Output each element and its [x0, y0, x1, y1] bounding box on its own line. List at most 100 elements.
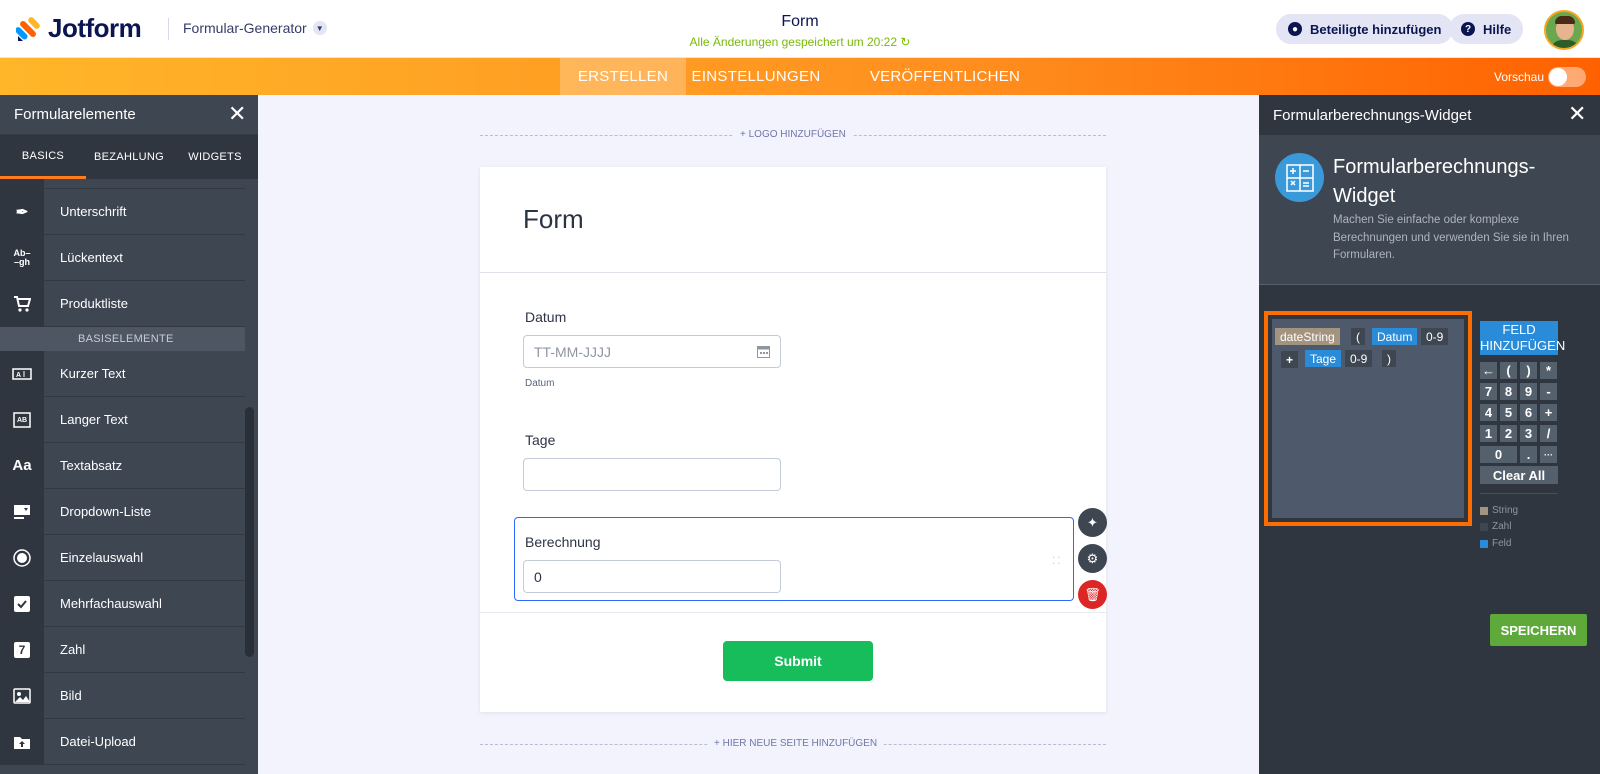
form-elements-panel: Formularelemente ✕ BASICS BEZAHLUNG WIDG…	[0, 95, 258, 774]
trash-icon[interactable]: 🗑	[1078, 580, 1107, 609]
preview-label: Vorschau	[1494, 70, 1545, 84]
element-signature[interactable]: ✒ Unterschrift	[0, 188, 245, 235]
help-button[interactable]: ? Hilfe	[1449, 14, 1524, 44]
close-icon[interactable]: ✕	[228, 103, 246, 125]
tab-basics[interactable]: BASICS	[0, 135, 86, 179]
token-open-paren[interactable]: (	[1351, 328, 1365, 345]
key-backspace[interactable]: ←	[1480, 362, 1497, 379]
element-paragraph[interactable]: Aa Textabsatz	[0, 442, 245, 489]
submit-button[interactable]: Submit	[723, 641, 873, 681]
legend-swatch	[1480, 539, 1488, 548]
element-dropdown[interactable]: Dropdown-Liste	[0, 488, 245, 535]
element-fill-blank[interactable]: Ab– –gh Lückentext	[0, 234, 245, 281]
help-icon: ?	[1461, 22, 1475, 36]
user-icon: ●	[1288, 22, 1302, 36]
element-file-upload[interactable]: Datei-Upload	[0, 718, 245, 765]
element-list: ✒ Unterschrift Ab– –gh Lückentext Produkt…	[0, 179, 245, 765]
preview-toggle[interactable]	[1548, 67, 1586, 87]
key-decimal[interactable]: .	[1520, 446, 1537, 463]
long-text-icon: AB	[0, 396, 44, 443]
key-4[interactable]: 4	[1480, 404, 1497, 421]
history-icon[interactable]: ↻	[900, 35, 910, 49]
panel-scrollbar[interactable]	[245, 407, 254, 657]
key-plus[interactable]: +	[1540, 404, 1557, 421]
gear-icon[interactable]: ⚙	[1078, 544, 1107, 573]
heading-separator	[480, 272, 1106, 273]
tage-label[interactable]: Tage	[525, 432, 555, 448]
top-header: Jotform Formular-Generator ▼ Form Alle Ä…	[0, 0, 1600, 58]
legend-swatch	[1480, 522, 1488, 531]
short-text-icon: A	[0, 350, 44, 397]
widget-info: Formularberechnungs-Widget Machen Sie ei…	[1259, 135, 1600, 285]
key-8[interactable]: 8	[1500, 383, 1517, 400]
calculator-icon	[1275, 153, 1324, 202]
checkbox-icon	[0, 580, 44, 627]
avatar[interactable]	[1544, 10, 1584, 50]
key-multiply[interactable]: *	[1540, 362, 1557, 379]
tab-widgets[interactable]: WIDGETS	[172, 135, 258, 179]
datum-input[interactable]: TT-MM-JJJJ	[523, 335, 781, 368]
form-canvas: + LOGO HINZUFÜGEN Form Datum TT-MM-JJJJ …	[258, 95, 1259, 774]
close-icon[interactable]: ✕	[1568, 103, 1586, 125]
key-divide[interactable]: /	[1540, 425, 1557, 442]
save-button[interactable]: SPEICHERN	[1490, 614, 1587, 646]
element-image[interactable]: Bild	[0, 672, 245, 719]
key-6[interactable]: 6	[1520, 404, 1537, 421]
key-more[interactable]: ···	[1540, 446, 1557, 463]
key-open-paren[interactable]: (	[1500, 362, 1517, 379]
token-number-1[interactable]: 0-9	[1421, 328, 1449, 345]
wand-icon[interactable]: ✦	[1078, 508, 1107, 537]
element-product-list[interactable]: Produktliste	[0, 280, 245, 327]
token-datum[interactable]: Datum	[1372, 328, 1418, 345]
signature-icon: ✒	[0, 188, 44, 235]
calendar-icon[interactable]	[757, 345, 770, 358]
widget-description: Machen Sie einfache oder komplexe Berech…	[1333, 214, 1569, 261]
add-page-link[interactable]: + HIER NEUE SEITE HINZUFÜGEN	[708, 738, 884, 749]
paragraph-icon: Aa	[0, 442, 44, 489]
tage-input[interactable]	[523, 458, 781, 491]
berechnung-label[interactable]: Berechnung	[525, 534, 601, 550]
key-0[interactable]: 0	[1480, 446, 1517, 463]
widget-panel: Formularberechnungs-Widget ✕ Formularber…	[1259, 95, 1600, 774]
element-tabs: BASICS BEZAHLUNG WIDGETS	[0, 135, 258, 179]
radio-icon	[0, 534, 44, 581]
key-3[interactable]: 3	[1520, 425, 1537, 442]
tab-settings[interactable]: EINSTELLUNGEN	[686, 58, 826, 95]
token-plus[interactable]: +	[1281, 351, 1299, 368]
token-datestring[interactable]: dateString	[1275, 328, 1340, 345]
invite-button[interactable]: ● Beteiligte hinzufügen	[1276, 14, 1454, 44]
element-long-text[interactable]: AB Langer Text	[0, 396, 245, 443]
tab-create[interactable]: ERSTELLEN	[560, 58, 686, 95]
key-1[interactable]: 1	[1480, 425, 1497, 442]
element-multiple-choice[interactable]: Mehrfachauswahl	[0, 580, 245, 627]
widget-panel-title: Formularberechnungs-Widget	[1273, 106, 1472, 124]
element-short-text[interactable]: A Kurzer Text	[0, 350, 245, 397]
image-icon	[0, 672, 44, 719]
submit-separator	[480, 612, 1106, 613]
token-close-paren[interactable]: )	[1382, 350, 1396, 367]
element-single-choice[interactable]: Einzelauswahl	[0, 534, 245, 581]
formula-editor[interactable]: dateString ( Datum 0-9 + Tage 0-9 )	[1272, 319, 1464, 518]
add-field-button[interactable]: FELD HINZUFÜGEN	[1480, 321, 1565, 355]
key-9[interactable]: 9	[1520, 383, 1537, 400]
form-heading[interactable]: Form	[523, 204, 584, 235]
token-tage[interactable]: Tage	[1305, 350, 1342, 367]
legend-number: Zahl	[1480, 521, 1511, 532]
dropdown-icon	[0, 488, 44, 535]
datum-label[interactable]: Datum	[525, 309, 566, 325]
key-2[interactable]: 2	[1500, 425, 1517, 442]
key-close-paren[interactable]: )	[1520, 362, 1537, 379]
key-minus[interactable]: -	[1540, 383, 1557, 400]
token-number-2[interactable]: 0-9	[1345, 350, 1373, 367]
tab-publish[interactable]: VERÖFFENTLICHEN	[860, 58, 1030, 95]
element-number[interactable]: 7 Zahl	[0, 626, 245, 673]
key-7[interactable]: 7	[1480, 383, 1497, 400]
help-label: Hilfe	[1483, 21, 1512, 37]
tab-payment[interactable]: BEZAHLUNG	[86, 135, 172, 179]
clear-all-button[interactable]: Clear All	[1480, 466, 1558, 484]
widget-panel-header: Formularberechnungs-Widget	[1259, 95, 1600, 135]
drag-handle-icon[interactable]: ⁚⁚	[1052, 557, 1062, 567]
key-5[interactable]: 5	[1500, 404, 1517, 421]
berechnung-input[interactable]: 0	[523, 560, 781, 593]
add-logo-link[interactable]: + LOGO HINZUFÜGEN	[734, 129, 852, 140]
